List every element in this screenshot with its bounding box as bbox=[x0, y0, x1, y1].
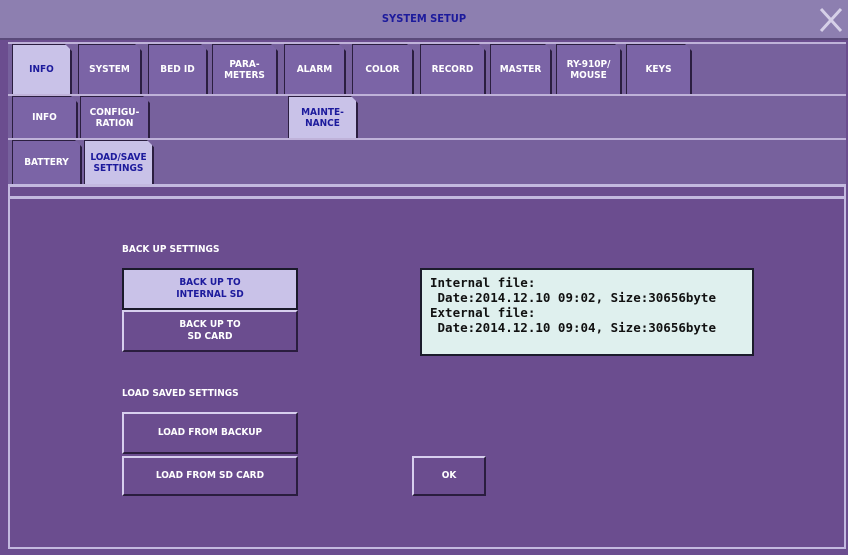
backup-internal-sd-button[interactable]: BACK UP TO INTERNAL SD bbox=[122, 268, 298, 310]
subtab-info[interactable]: INFO bbox=[12, 96, 78, 138]
tab-color[interactable]: COLOR bbox=[352, 44, 414, 94]
tab-alarm[interactable]: ALARM bbox=[284, 44, 346, 94]
subtab-load-save-settings[interactable]: LOAD/SAVE SETTINGS bbox=[84, 140, 154, 184]
load-from-sd-card-button[interactable]: LOAD FROM SD CARD bbox=[122, 456, 298, 496]
ok-button[interactable]: OK bbox=[412, 456, 486, 496]
tab-ry-910p-mouse[interactable]: RY-910P/ MOUSE bbox=[556, 44, 622, 94]
external-file-detail: Date:2014.12.10 09:04, Size:30656byte bbox=[430, 320, 716, 335]
subtab-maintenance[interactable]: MAINTE- NANCE bbox=[288, 96, 358, 138]
panel-divider bbox=[10, 196, 844, 199]
external-file-title: External file: bbox=[430, 305, 536, 320]
backup-sd-card-button[interactable]: BACK UP TO SD CARD bbox=[122, 310, 298, 352]
tab-bed-id[interactable]: BED ID bbox=[148, 44, 208, 94]
file-info-box: Internal file: Date:2014.12.10 09:02, Si… bbox=[420, 268, 754, 356]
tab-record[interactable]: RECORD bbox=[420, 44, 486, 94]
load-from-backup-button[interactable]: LOAD FROM BACKUP bbox=[122, 412, 298, 454]
tab-parameters[interactable]: PARA- METERS bbox=[212, 44, 278, 94]
tab-info[interactable]: INFO bbox=[12, 44, 72, 94]
load-heading: LOAD SAVED SETTINGS bbox=[122, 388, 239, 399]
subtab-battery[interactable]: BATTERY bbox=[12, 140, 82, 184]
window-title: SYSTEM SETUP bbox=[381, 12, 467, 25]
tab-keys[interactable]: KEYS bbox=[626, 44, 692, 94]
subtab-configuration[interactable]: CONFIGU- RATION bbox=[80, 96, 150, 138]
close-x-icon[interactable] bbox=[818, 6, 844, 34]
tab-master[interactable]: MASTER bbox=[490, 44, 552, 94]
tab-system[interactable]: SYSTEM bbox=[78, 44, 142, 94]
backup-heading: BACK UP SETTINGS bbox=[122, 244, 220, 255]
internal-file-detail: Date:2014.12.10 09:02, Size:30656byte bbox=[430, 290, 716, 305]
internal-file-title: Internal file: bbox=[430, 275, 536, 290]
